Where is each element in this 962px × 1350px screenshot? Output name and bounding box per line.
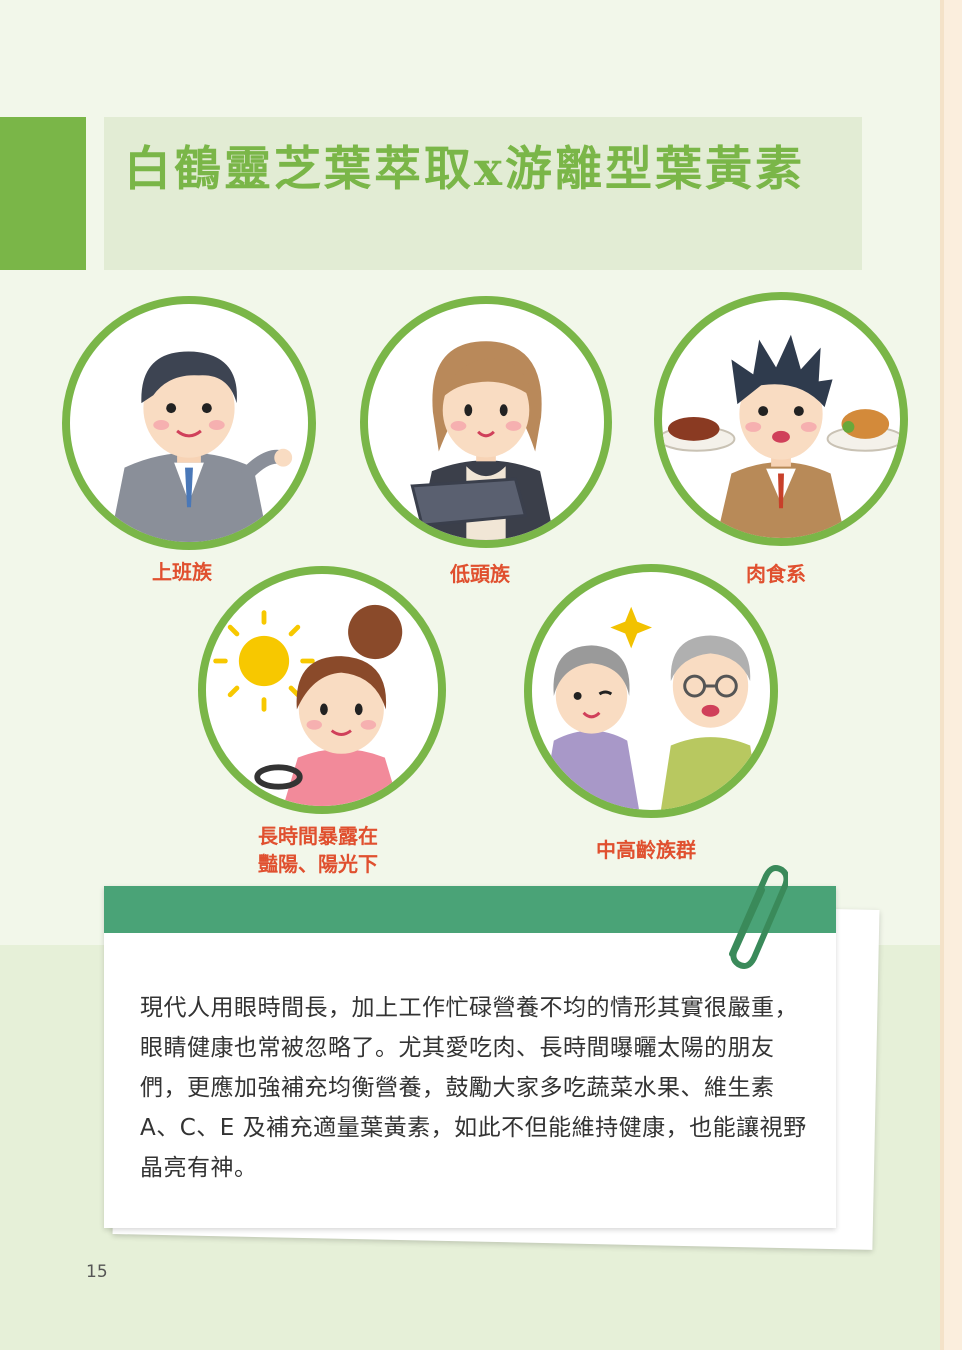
paperclip-icon: [718, 862, 790, 972]
caption-tablet-user: 低頭族: [450, 562, 510, 586]
page-title: 白鶴靈芝葉萃取x游離型葉黃素: [124, 142, 806, 197]
page-edge: [940, 0, 962, 1350]
meat-lover-illustration: [654, 292, 908, 546]
caption-elderly: 中高齡族群: [596, 838, 696, 862]
caption-sun-exposure-line1: 長時間暴露在: [258, 824, 378, 848]
tablet-user-illustration: [360, 296, 612, 548]
elderly-couple-illustration: [524, 564, 778, 818]
title-accent-block: [0, 117, 86, 270]
office-worker-illustration: [62, 296, 316, 550]
page-number: 15: [86, 1262, 108, 1282]
caption-sun-exposure: 長時間暴露在 豔陽、陽光下: [258, 822, 378, 878]
caption-sun-exposure-line2: 豔陽、陽光下: [258, 852, 378, 876]
caption-office-worker: 上班族: [152, 560, 212, 584]
note-paragraph: 現代人用眼時間長，加上工作忙碌營養不均的情形其實很嚴重，眼睛健康也常被忽略了。尤…: [140, 995, 807, 1181]
sun-exposure-illustration: [198, 566, 446, 814]
